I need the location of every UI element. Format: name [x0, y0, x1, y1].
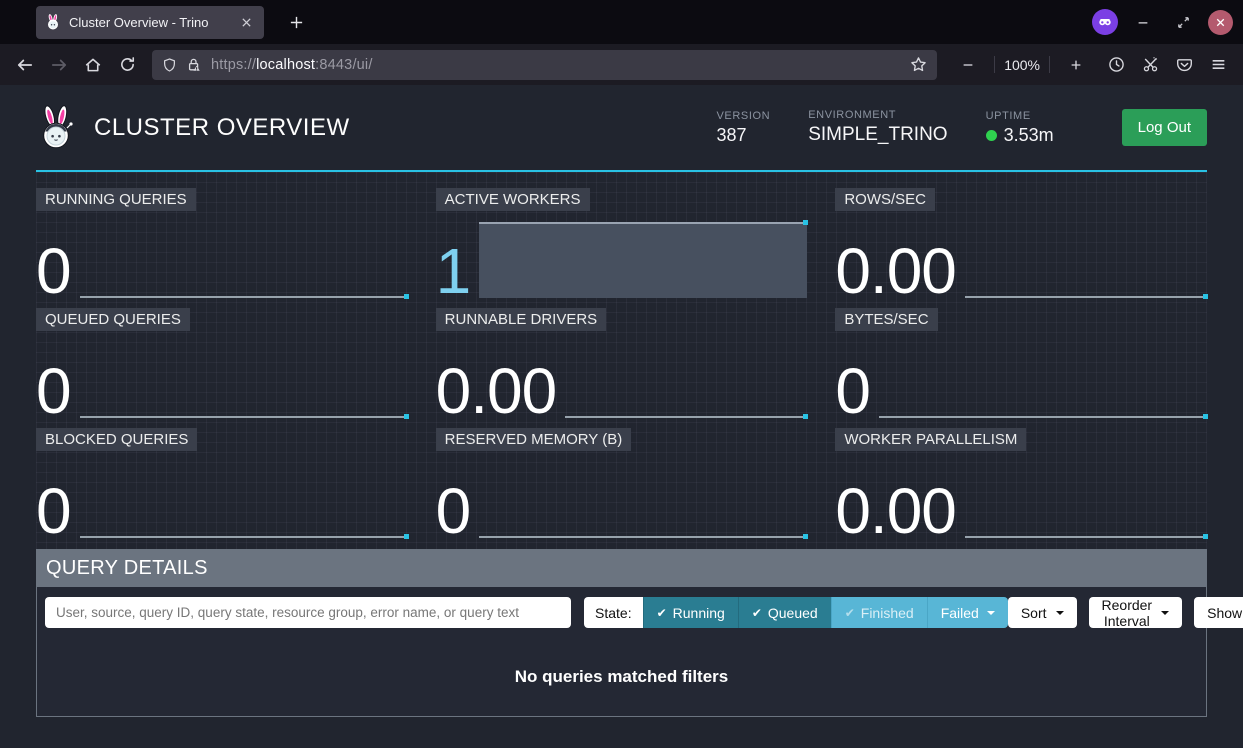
new-tab-button[interactable] — [282, 8, 310, 36]
zoom-out-button[interactable] — [951, 50, 985, 80]
stat-value: 0.00 — [835, 482, 956, 541]
caret-down-icon — [1161, 611, 1169, 615]
uptime-info: UPTIME 3.53m — [986, 110, 1054, 146]
stat-tile-running-queries: RUNNING QUERIES 0 — [36, 188, 408, 298]
private-browsing-mask-icon — [1092, 9, 1118, 35]
sparkline — [80, 331, 408, 418]
tab-close-icon[interactable] — [237, 13, 255, 31]
url-bar[interactable]: https://localhost:8443/ui/ — [152, 50, 937, 80]
restore-window-button[interactable] — [1168, 7, 1198, 37]
stat-value: 0 — [436, 482, 471, 541]
lock-warning-icon[interactable] — [186, 57, 202, 73]
stat-tile-queued-queries: QUEUED QUERIES 0 — [36, 308, 408, 418]
stat-tile-active-workers: ACTIVE WORKERS 1 — [436, 188, 808, 298]
close-window-button[interactable] — [1208, 10, 1233, 35]
trino-favicon-icon — [45, 14, 61, 30]
trino-bunny-logo — [36, 105, 76, 151]
check-icon: ✔ — [657, 606, 667, 620]
shield-icon[interactable] — [162, 57, 177, 73]
browser-tab[interactable]: Cluster Overview - Trino — [36, 6, 264, 39]
sparkline — [479, 451, 807, 538]
sparkline — [479, 211, 807, 298]
show-dropdown[interactable]: Show — [1194, 597, 1243, 628]
state-filter-queued[interactable]: ✔ Queued — [738, 597, 831, 628]
query-details-title: QUERY DETAILS — [37, 550, 1206, 587]
cluster-stats-dashboard: RUNNING QUERIES 0 ACTIVE WORKERS 1 ROWS/… — [36, 172, 1207, 549]
query-filter-toolbar: State: ✔ Running ✔ Queued ✔ Finished Fai… — [37, 587, 1206, 638]
refresh-button[interactable] — [110, 50, 144, 80]
uptime-status-dot — [986, 130, 997, 141]
stat-value: 0.00 — [835, 242, 956, 301]
stat-tile-rows-sec: ROWS/SEC 0.00 — [835, 188, 1207, 298]
minimize-button[interactable] — [1128, 7, 1158, 37]
version-info: VERSION 387 — [717, 110, 771, 146]
stat-value: 0.00 — [436, 362, 557, 421]
menu-hamburger-button[interactable] — [1201, 50, 1235, 80]
stat-tile-reserved-memory: RESERVED MEMORY (B) 0 — [436, 428, 808, 538]
stat-tile-worker-parallelism: WORKER PARALLELISM 0.00 — [835, 428, 1207, 538]
caret-down-icon — [987, 611, 995, 615]
uptime-value: 3.53m — [1004, 125, 1054, 146]
stat-value: 0 — [835, 362, 870, 421]
empty-queries-message: No queries matched filters — [515, 667, 729, 687]
stat-tile-blocked-queries: BLOCKED QUERIES 0 — [36, 428, 408, 538]
home-button[interactable] — [76, 50, 110, 80]
stat-value: 0 — [36, 482, 71, 541]
forward-button[interactable] — [42, 50, 76, 80]
separator — [1049, 56, 1050, 73]
screenshot-scissors-button[interactable] — [1133, 50, 1167, 80]
version-value: 387 — [717, 125, 771, 146]
back-button[interactable] — [8, 50, 42, 80]
stat-value: 0 — [36, 242, 71, 301]
sparkline — [879, 331, 1207, 418]
pocket-button[interactable] — [1167, 50, 1201, 80]
stat-tile-runnable-drivers: RUNNABLE DRIVERS 0.00 — [436, 308, 808, 418]
stat-value: 0 — [36, 362, 71, 421]
state-filter-failed-dropdown[interactable]: Failed — [927, 597, 1008, 628]
url-text: https://localhost:8443/ui/ — [211, 57, 373, 73]
tab-title: Cluster Overview - Trino — [69, 15, 208, 30]
zoom-in-button[interactable] — [1059, 50, 1093, 80]
page-header: CLUSTER OVERVIEW VERSION 387 ENVIRONMENT… — [36, 85, 1207, 172]
stat-value: 1 — [436, 242, 471, 301]
query-search-input[interactable] — [45, 597, 571, 628]
sparkline — [565, 331, 807, 418]
state-filter-label: State: — [584, 597, 643, 628]
check-icon: ✔ — [752, 606, 762, 620]
query-details-panel: QUERY DETAILS State: ✔ Running ✔ Queued … — [36, 549, 1207, 717]
sort-dropdown[interactable]: Sort — [1008, 597, 1077, 628]
sparkline — [80, 211, 408, 298]
sparkline — [80, 451, 408, 538]
state-filter-running[interactable]: ✔ Running — [643, 597, 738, 628]
bookmark-star-icon[interactable] — [910, 56, 927, 73]
reorder-interval-dropdown[interactable]: Reorder Interval — [1089, 597, 1183, 628]
separator — [994, 56, 995, 73]
stat-tile-bytes-sec: BYTES/SEC 0 — [835, 308, 1207, 418]
trino-ui-page: CLUSTER OVERVIEW VERSION 387 ENVIRONMENT… — [0, 85, 1243, 748]
environment-value: SIMPLE_TRINO — [808, 124, 947, 146]
state-filter-group: State: ✔ Running ✔ Queued ✔ Finished Fai… — [584, 597, 1008, 628]
page-title: CLUSTER OVERVIEW — [94, 114, 350, 142]
sparkline — [965, 451, 1207, 538]
caret-down-icon — [1056, 611, 1064, 615]
history-clock-button[interactable] — [1099, 50, 1133, 80]
logout-button[interactable]: Log Out — [1122, 109, 1207, 146]
state-filter-finished[interactable]: ✔ Finished — [831, 597, 927, 628]
environment-info: ENVIRONMENT SIMPLE_TRINO — [808, 109, 947, 146]
check-icon: ✔ — [845, 606, 855, 620]
sparkline — [965, 211, 1207, 298]
zoom-level-indicator[interactable]: 100% — [1004, 57, 1040, 73]
browser-toolbar: https://localhost:8443/ui/ 100% — [0, 44, 1243, 85]
browser-tab-bar: Cluster Overview - Trino — [0, 0, 1243, 44]
